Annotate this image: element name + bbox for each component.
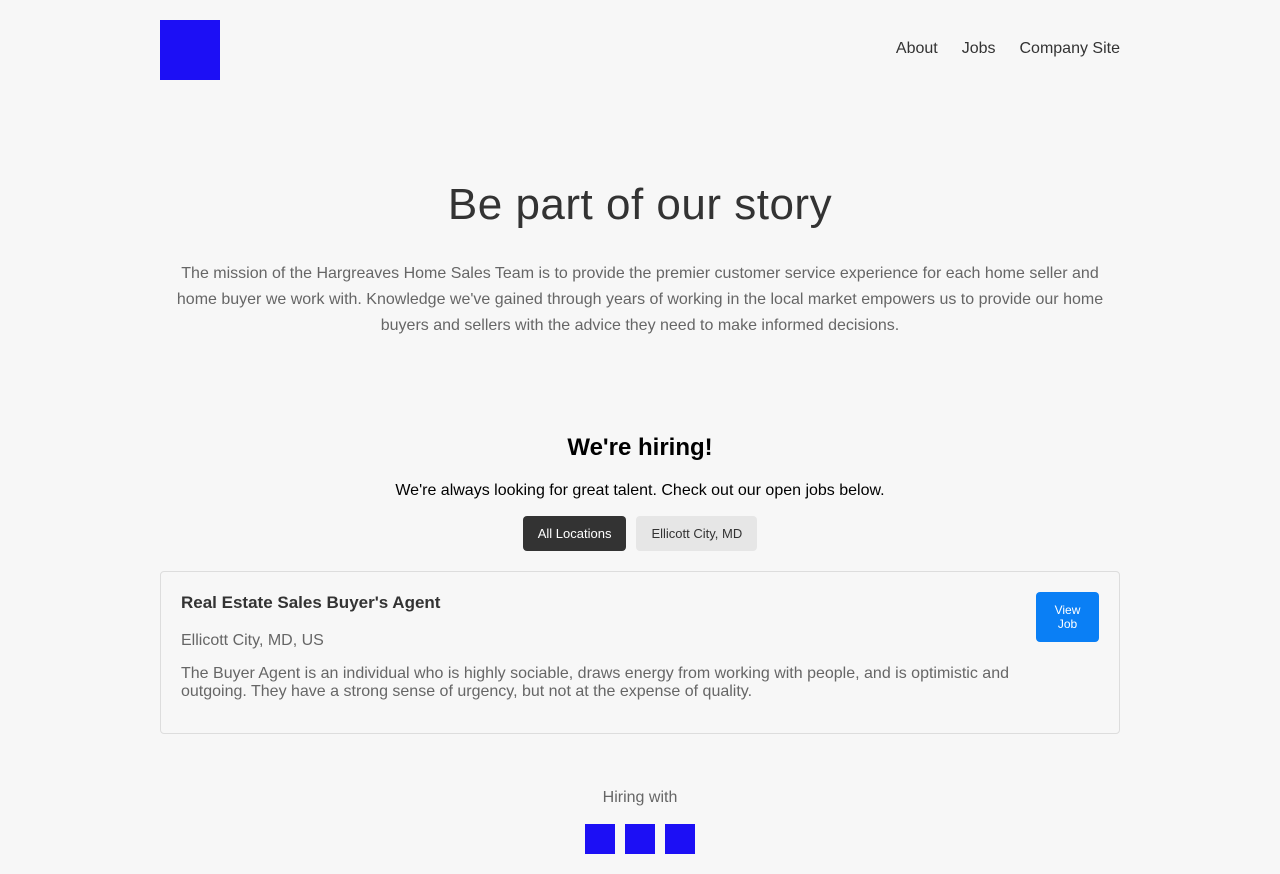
- social-icon[interactable]: [585, 824, 615, 854]
- job-card: Real Estate Sales Buyer's Agent Ellicott…: [160, 571, 1120, 734]
- main-nav: About Jobs Company Site: [896, 39, 1120, 59]
- nav-link-company-site[interactable]: Company Site: [1020, 39, 1121, 59]
- hiring-title: We're hiring!: [567, 434, 713, 461]
- location-filters: All Locations Ellicott City, MD: [160, 516, 1120, 551]
- social-icon[interactable]: [625, 824, 655, 854]
- job-location: Ellicott City, MD, US: [181, 632, 324, 649]
- filter-all-locations-button[interactable]: All Locations: [522, 516, 627, 551]
- hiring-with-label: Hiring with: [602, 789, 678, 806]
- job-description: The Buyer Agent is an individual who is …: [181, 665, 1009, 700]
- nav-link-about[interactable]: About: [896, 39, 938, 59]
- view-job-button[interactable]: View Job: [1036, 592, 1099, 642]
- company-logo-icon[interactable]: [160, 20, 220, 80]
- careers-page: About Jobs Company Site Be part of our s…: [0, 0, 1280, 874]
- hero-title: Be part of our story: [447, 180, 833, 229]
- hiring-subtitle: We're always looking for great talent. C…: [395, 482, 885, 499]
- nav-link-jobs[interactable]: Jobs: [962, 39, 996, 59]
- social-links: [585, 824, 695, 854]
- filter-ellicott-city-button[interactable]: Ellicott City, MD: [636, 516, 758, 551]
- hero-description: The mission of the Hargreaves Home Sales…: [176, 265, 1104, 334]
- social-icon[interactable]: [665, 824, 695, 854]
- job-title: Real Estate Sales Buyer's Agent: [181, 593, 441, 612]
